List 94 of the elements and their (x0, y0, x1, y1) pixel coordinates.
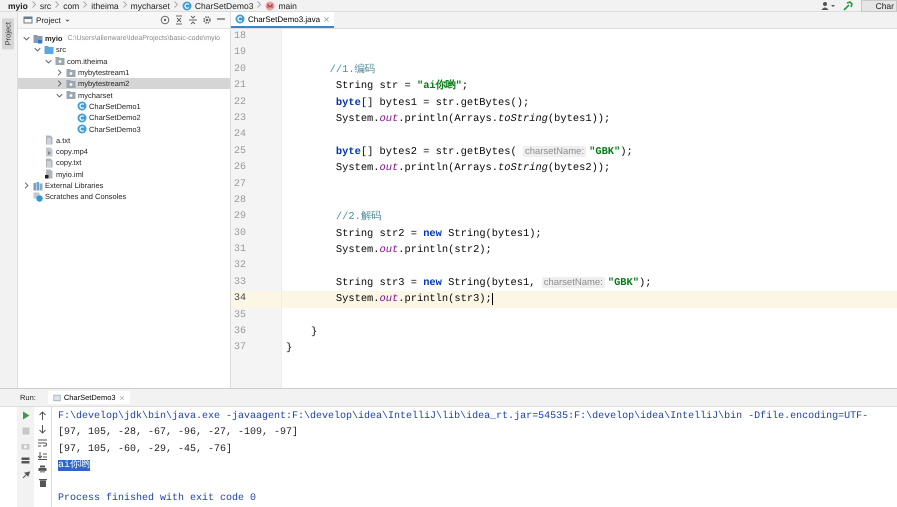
breadcrumb-item[interactable]: com (63, 0, 80, 10)
package-folder-icon (55, 56, 65, 66)
console-line: [97, 105, -60, -29, -45, -76] (58, 444, 232, 455)
chevron-right-icon[interactable] (23, 182, 30, 189)
module-file-icon (44, 169, 54, 180)
line-number: 34 (231, 291, 281, 308)
soft-wrap-icon[interactable] (38, 439, 47, 447)
panel-icon (23, 15, 33, 25)
arrow-up-icon[interactable] (39, 411, 46, 420)
code-line: System.out.println(Arrays.toString(bytes2)); (334, 161, 612, 176)
scroll-to-end-icon[interactable] (38, 452, 47, 460)
chevron-right-icon (174, 1, 178, 10)
console-icon (52, 394, 61, 402)
layout-icon[interactable] (21, 457, 30, 464)
collapse-all-icon (174, 15, 184, 25)
line-number: 22 (233, 96, 248, 110)
trash-icon[interactable] (38, 478, 46, 487)
text-file-icon (44, 135, 54, 146)
code-line: byte[] bytes1 = str.getBytes(); (334, 96, 530, 111)
package-folder-icon (66, 90, 76, 100)
line-number: 27 (233, 178, 248, 192)
close-icon (118, 394, 125, 400)
library-icon (33, 180, 43, 190)
settings-icon (202, 15, 212, 25)
line-number: 35 (233, 308, 248, 323)
print-icon[interactable] (38, 465, 47, 473)
chevron-right-icon (257, 1, 262, 10)
line-number: 36 (233, 325, 248, 340)
code-line: //1.编码 (328, 62, 376, 78)
line-number: 33 (233, 276, 248, 290)
line-number: 18 (233, 30, 248, 44)
chevron-right-icon (122, 1, 127, 10)
chevron-down-icon[interactable] (23, 35, 30, 42)
text-file-icon (44, 158, 54, 168)
line-number: 32 (233, 259, 248, 274)
scratches-icon (33, 192, 43, 202)
chevron-right-icon[interactable] (56, 69, 63, 76)
chevron-right-icon[interactable] (56, 80, 63, 88)
chevron-right-icon (83, 1, 88, 10)
close-icon (323, 16, 330, 22)
line-number: 19 (233, 46, 248, 60)
line-number: 23 (233, 112, 248, 126)
package-folder-icon (66, 68, 76, 78)
line-number: 25 (233, 144, 248, 159)
code-line: } (310, 325, 318, 340)
line-number: 31 (233, 243, 248, 258)
project-view-dropdown[interactable]: Project (36, 16, 61, 24)
chevron-down-icon[interactable] (45, 58, 52, 65)
line-number: 26 (233, 161, 248, 176)
line-number: 30 (233, 226, 248, 241)
method-icon (265, 0, 276, 10)
run-configuration-dropdown[interactable]: Char (860, 0, 897, 12)
chevron-down-icon[interactable] (34, 46, 41, 54)
module-folder-icon (33, 34, 43, 44)
class-icon (77, 101, 87, 112)
code-line: System.out.println(str2); (334, 243, 493, 258)
code-line: System.out.println(Arrays.toString(bytes1)); (334, 112, 612, 127)
line-number: 20 (233, 62, 248, 77)
class-icon (77, 112, 87, 123)
user-menu-icon[interactable] (820, 1, 835, 10)
code-line: //2.解码 (334, 210, 382, 226)
line-number: 29 (233, 210, 248, 224)
line-number: 37 (233, 341, 248, 356)
breadcrumb-item[interactable]: CharSetDemo3 (194, 0, 254, 10)
code-line: String str = "ai你哟"; (334, 78, 470, 94)
target-icon (160, 15, 170, 25)
chevron-right-icon (55, 1, 60, 10)
breadcrumb-item[interactable]: src (40, 0, 52, 10)
code-line: byte[] bytes2 = str.getBytes( charsetName: "GBK"); (334, 144, 634, 160)
expand-all-icon (188, 15, 198, 25)
code-line: String str3 = new String(bytes1, charsetName: "GBK"); (334, 276, 652, 291)
class-icon (77, 124, 87, 134)
breadcrumb-item[interactable]: main (278, 0, 297, 10)
arrow-down-icon[interactable] (39, 425, 46, 434)
chevron-right-icon (32, 1, 36, 10)
console-line: [97, 105, -28, -67, -96, -27, -109, -97] (58, 427, 298, 438)
hammer-icon[interactable] (842, 0, 853, 10)
breadcrumb-item[interactable]: itheima (91, 0, 119, 10)
line-number: 28 (233, 194, 248, 208)
console-line: Process finished with exit code 0 (58, 492, 256, 504)
class-icon (235, 14, 245, 24)
package-folder-icon (66, 78, 76, 89)
editor-tab[interactable]: CharSetDemo3.java (231, 12, 334, 28)
folder-icon (44, 44, 54, 55)
code-line: } (285, 341, 294, 356)
console-line: F:\develop\jdk\bin\java.exe -javaagent:F:\develop\idea\IntelliJ\lib\idea_rt.jar=54535:F:\develop\idea\IntelliJ\bin -Dfile.encoding=UTF- (58, 411, 868, 422)
code-line: String str2 = new String(bytes1); (334, 226, 543, 242)
breadcrumb-item[interactable]: myio (8, 0, 28, 10)
line-number: 21 (233, 79, 248, 94)
run-icon[interactable] (22, 411, 30, 420)
chevron-down-icon[interactable] (56, 92, 63, 99)
breadcrumb-item[interactable]: mycharset (130, 0, 170, 10)
line-number: 24 (233, 128, 248, 142)
media-file-icon (44, 146, 54, 157)
